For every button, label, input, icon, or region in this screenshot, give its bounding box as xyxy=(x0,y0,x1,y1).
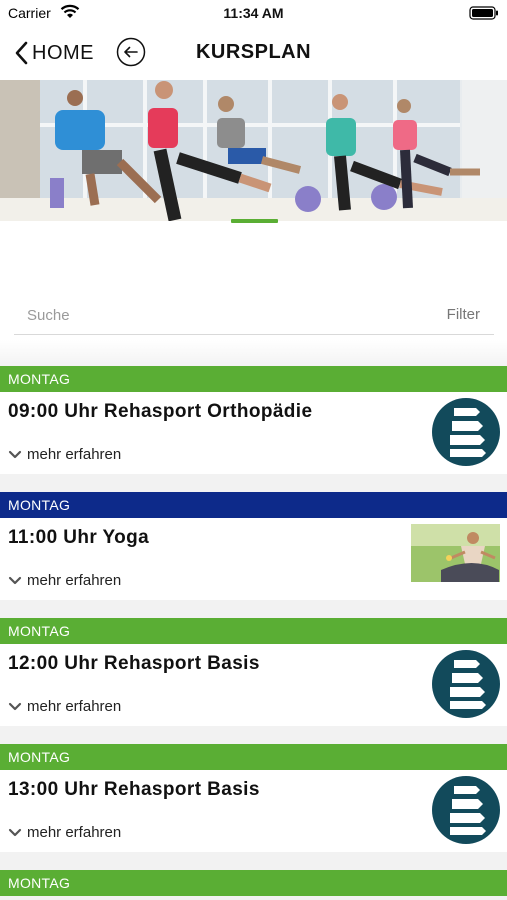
spine-icon xyxy=(432,776,500,844)
filter-button[interactable]: Filter xyxy=(447,306,480,323)
spine-icon xyxy=(432,650,500,718)
course-item[interactable]: MONTAG xyxy=(0,870,507,900)
course-card[interactable]: 12:00 Uhr Rehasport Basis mehr erfahren xyxy=(0,644,507,726)
day-header: MONTAG xyxy=(0,366,507,392)
more-info-label: mehr erfahren xyxy=(27,572,122,589)
course-card[interactable]: 13:00 Uhr Rehasport Basis mehr erfahren xyxy=(0,770,507,852)
more-info-label: mehr erfahren xyxy=(27,824,122,841)
course-title: 12:00 Uhr Rehasport Basis xyxy=(8,653,260,674)
course-list: MONTAG 09:00 Uhr Rehasport Orthopädie me… xyxy=(0,366,507,900)
course-title: 13:00 Uhr Rehasport Basis xyxy=(8,779,260,800)
navigation-header: HOME KURSPLAN xyxy=(0,28,507,78)
day-header: MONTAG xyxy=(0,618,507,644)
status-bar: Carrier 11:34 AM xyxy=(0,0,507,28)
course-card[interactable]: 09:00 Uhr Rehasport Orthopädie mehr erfa… xyxy=(0,392,507,474)
more-info-link[interactable]: mehr erfahren xyxy=(8,698,121,715)
search-input[interactable] xyxy=(14,302,427,328)
chevron-down-icon xyxy=(8,576,22,584)
course-item[interactable]: MONTAG 09:00 Uhr Rehasport Orthopädie me… xyxy=(0,366,507,492)
chevron-down-icon xyxy=(8,702,22,710)
yoga-photo xyxy=(411,524,500,582)
page-title: KURSPLAN xyxy=(195,41,312,63)
hero-image[interactable] xyxy=(0,80,507,221)
list-top-divider xyxy=(0,340,507,366)
spine-icon xyxy=(432,398,500,466)
chevron-down-icon xyxy=(8,828,22,836)
course-item[interactable]: MONTAG 13:00 Uhr Rehasport Basis mehr er… xyxy=(0,744,507,870)
course-card[interactable]: 11:00 Uhr Yoga mehr erfahren xyxy=(0,518,507,600)
more-info-link[interactable]: mehr erfahren xyxy=(8,446,121,463)
more-info-link[interactable]: mehr erfahren xyxy=(8,824,121,841)
more-info-label: mehr erfahren xyxy=(27,698,122,715)
course-title: 09:00 Uhr Rehasport Orthopädie xyxy=(8,401,313,422)
day-header: MONTAG xyxy=(0,870,507,896)
chevron-down-icon xyxy=(8,450,22,458)
course-item[interactable]: MONTAG 12:00 Uhr Rehasport Basis mehr er… xyxy=(0,618,507,744)
battery-icon xyxy=(469,6,499,25)
carousel-indicator[interactable] xyxy=(231,219,278,223)
course-item[interactable]: MONTAG 11:00 Uhr Yoga mehr erfahren xyxy=(0,492,507,618)
day-header: MONTAG xyxy=(0,492,507,518)
clock: 11:34 AM xyxy=(223,5,284,21)
search-bar: Filter xyxy=(14,300,494,335)
more-info-label: mehr erfahren xyxy=(27,446,122,463)
more-info-link[interactable]: mehr erfahren xyxy=(8,572,121,589)
day-header: MONTAG xyxy=(0,744,507,770)
course-title: 11:00 Uhr Yoga xyxy=(8,527,150,548)
